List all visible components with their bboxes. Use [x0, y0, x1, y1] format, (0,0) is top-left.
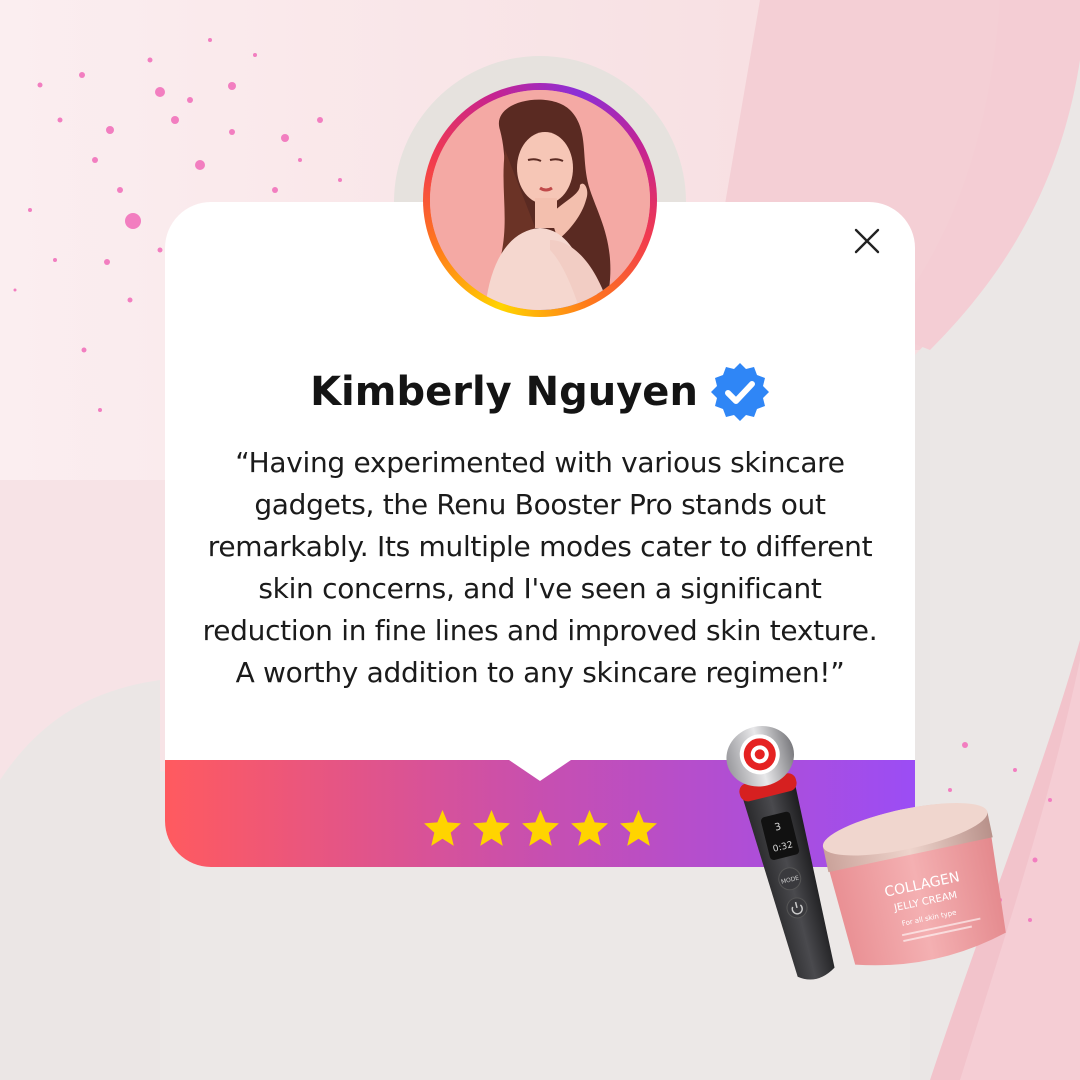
reviewer-header: Kimberly Nguyen	[165, 362, 915, 422]
review-text: “Having experimented with various skinca…	[202, 446, 878, 689]
close-icon	[854, 228, 880, 254]
star-icon	[520, 808, 561, 850]
star-icon	[618, 808, 659, 850]
collagen-jar-image: COLLAGEN JELLY CREAM For all skin type	[822, 803, 1006, 966]
avatar	[430, 90, 650, 310]
reviewer-name: Kimberly Nguyen	[310, 369, 698, 415]
verified-badge-icon	[710, 362, 770, 422]
card-notch	[509, 760, 571, 781]
star-icon	[471, 808, 512, 850]
profile-photo	[430, 90, 650, 310]
close-button[interactable]	[852, 226, 882, 256]
star-icon	[422, 808, 463, 850]
star-icon	[569, 808, 610, 850]
star-rating	[415, 808, 665, 850]
